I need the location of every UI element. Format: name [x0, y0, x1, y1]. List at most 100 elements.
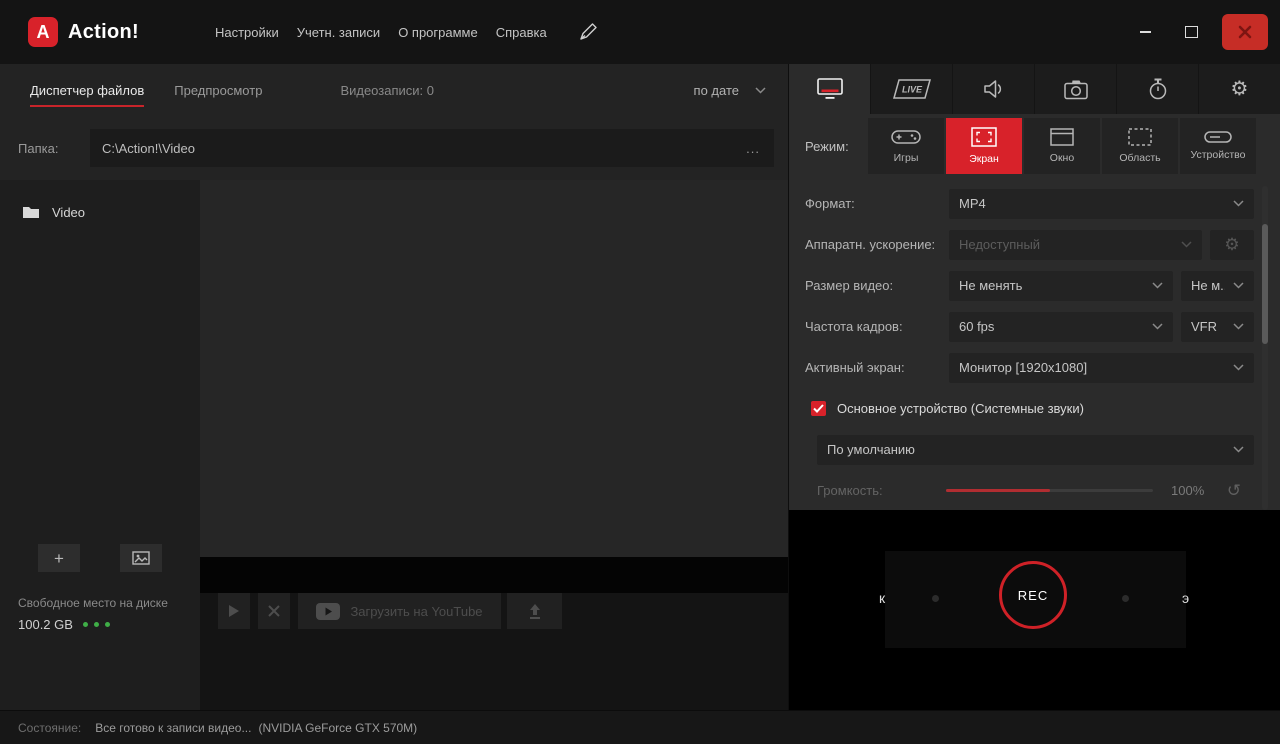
main-menu: Настройки Учетн. записи О программе Спра… [215, 25, 547, 40]
sidebar-item-video-folder[interactable]: Video [0, 196, 200, 228]
sort-by-date-dropdown[interactable]: по дате [694, 83, 766, 98]
audio-device-value: По умолчанию [827, 442, 915, 457]
app-title: Action! [68, 20, 139, 43]
screen-fullscreen-icon [971, 127, 997, 147]
volume-label: Громкость: [817, 483, 883, 498]
reset-icon: ↺ [1226, 481, 1242, 500]
video-size-secondary-dropdown[interactable]: Не м... [1181, 270, 1254, 301]
tab-benchmark[interactable] [1117, 64, 1199, 114]
status-label: Состояние: [18, 720, 82, 735]
volume-row: Громкость: 100% ↺ [789, 470, 1280, 511]
speaker-icon [983, 80, 1001, 98]
export-upload-button[interactable] [507, 593, 562, 629]
mode-games-button[interactable]: Игры [868, 118, 944, 174]
format-dropdown[interactable]: MP4 [949, 188, 1254, 219]
video-size-value2: Не м... [1191, 278, 1225, 293]
chevron-down-icon [755, 86, 766, 94]
monitor-record-icon [816, 78, 843, 99]
file-manager-tab-bar: Диспетчер файлов Предпросмотр Видеозапис… [0, 64, 788, 116]
menu-accounts[interactable]: Учетн. записи [297, 25, 380, 40]
framerate-value: 60 fps [959, 319, 995, 334]
plus-icon: + [54, 548, 64, 568]
folder-path-value: C:\Action!\Video [102, 140, 195, 156]
tab-file-manager[interactable]: Диспетчер файлов [30, 83, 145, 107]
window-controls [1122, 12, 1280, 52]
primary-device-checkbox[interactable] [811, 401, 826, 416]
action-app-window: A Action! Настройки Учетн. записи О прог… [0, 0, 1280, 744]
format-row: Формат: MP4 [789, 183, 1280, 224]
upload-to-youtube-button[interactable]: Загрузить на YouTube [298, 593, 501, 629]
maximize-icon [1184, 26, 1198, 38]
hud-text-fragment-right: э [1182, 590, 1190, 606]
mode-games-label: Игры [893, 152, 919, 164]
primary-audio-device-row: Основное устройство (Системные звуки) [789, 388, 1280, 429]
hw-accel-settings-button[interactable]: ⚙ [1210, 229, 1254, 260]
play-icon [229, 605, 239, 617]
recordings-list-area: Загрузить на YouTube [200, 180, 788, 710]
mode-window-button[interactable]: Окно [1024, 118, 1100, 174]
scrollbar-thumb[interactable] [1262, 224, 1268, 344]
tab-video-recording[interactable] [789, 64, 871, 114]
volume-slider[interactable] [946, 489, 1153, 492]
sidebar-actions: + [0, 544, 200, 572]
delete-recording-button[interactable] [258, 593, 290, 629]
close-button[interactable] [1222, 14, 1268, 50]
audio-device-row: По умолчанию [789, 429, 1280, 470]
hw-accel-dropdown[interactable]: Недоступный [949, 229, 1202, 260]
folder-path-input[interactable]: C:\Action!\Video ... [90, 129, 774, 167]
mode-region-button[interactable]: Область [1102, 118, 1178, 174]
play-recording-button[interactable] [218, 593, 250, 629]
video-settings-fields: Формат: MP4 Аппаратн. ускорение: Недосту… [789, 183, 1280, 388]
recording-settings-panel: LIVE ⚙ Режим: Игры Экран Окно Область Ус… [788, 64, 1280, 710]
framerate-mode-dropdown[interactable]: VFR [1181, 311, 1254, 342]
tab-audio-recording[interactable] [953, 64, 1035, 114]
mode-screen-button[interactable]: Экран [946, 118, 1022, 174]
chevron-down-icon [1225, 282, 1244, 289]
folder-label: Папка: [18, 140, 59, 156]
mode-device-button[interactable]: Устройство [1180, 118, 1256, 174]
youtube-icon [316, 602, 341, 620]
volume-reset-button[interactable]: ↺ [1214, 476, 1254, 506]
app-logo: A Action! [28, 17, 139, 47]
mode-region-label: Область [1119, 152, 1161, 164]
video-size-row: Размер видео: Не менять Не м... [789, 265, 1280, 306]
disk-space-info: Свободное место на диске 100.2 GB [18, 596, 168, 632]
browse-folder-button[interactable]: ... [744, 141, 762, 156]
menu-about[interactable]: О программе [398, 25, 478, 40]
hud-dot-icon [1122, 595, 1129, 602]
format-label: Формат: [805, 196, 855, 211]
menu-help[interactable]: Справка [496, 25, 547, 40]
active-screen-dropdown[interactable]: Монитор [1920x1080] [949, 352, 1254, 383]
minimize-button[interactable] [1122, 12, 1168, 52]
framerate-dropdown[interactable]: 60 fps [949, 311, 1173, 342]
chevron-down-icon [1144, 282, 1163, 289]
screen-draw-pen-icon[interactable] [577, 21, 599, 43]
capture-device-icon [1204, 131, 1232, 143]
mode-window-label: Окно [1049, 152, 1075, 164]
status-gpu: (NVIDIA GeForce GTX 570M) [258, 720, 418, 735]
window-icon [1050, 128, 1074, 146]
tab-screenshots[interactable] [1035, 64, 1117, 114]
mode-label: Режим: [805, 138, 849, 154]
tab-live-streaming[interactable]: LIVE [871, 64, 953, 114]
sort-label: по дате [693, 82, 739, 98]
maximize-button[interactable] [1168, 12, 1214, 52]
disk-status-dots-icon [82, 622, 110, 627]
menu-settings[interactable]: Настройки [215, 25, 279, 40]
gear-icon: ⚙ [1224, 235, 1240, 254]
import-media-button[interactable] [120, 544, 162, 572]
svg-text:LIVE: LIVE [901, 85, 922, 95]
tab-settings[interactable]: ⚙ [1199, 64, 1280, 114]
rec-label: REC [1017, 587, 1049, 603]
logo-letter: A [36, 21, 50, 42]
mode-screen-label: Экран [969, 153, 999, 165]
audio-settings-section: Основное устройство (Системные звуки) По… [789, 388, 1280, 511]
audio-device-dropdown[interactable]: По умолчанию [817, 434, 1254, 465]
framerate-mode-value: VFR [1191, 319, 1217, 334]
active-screen-value: Монитор [1920x1080] [959, 360, 1088, 375]
tab-preview[interactable]: Предпросмотр [174, 83, 262, 98]
video-size-dropdown[interactable]: Не менять [949, 270, 1173, 301]
settings-scrollbar[interactable] [1262, 186, 1268, 510]
minimize-icon [1139, 31, 1151, 33]
add-folder-button[interactable]: + [38, 544, 80, 572]
